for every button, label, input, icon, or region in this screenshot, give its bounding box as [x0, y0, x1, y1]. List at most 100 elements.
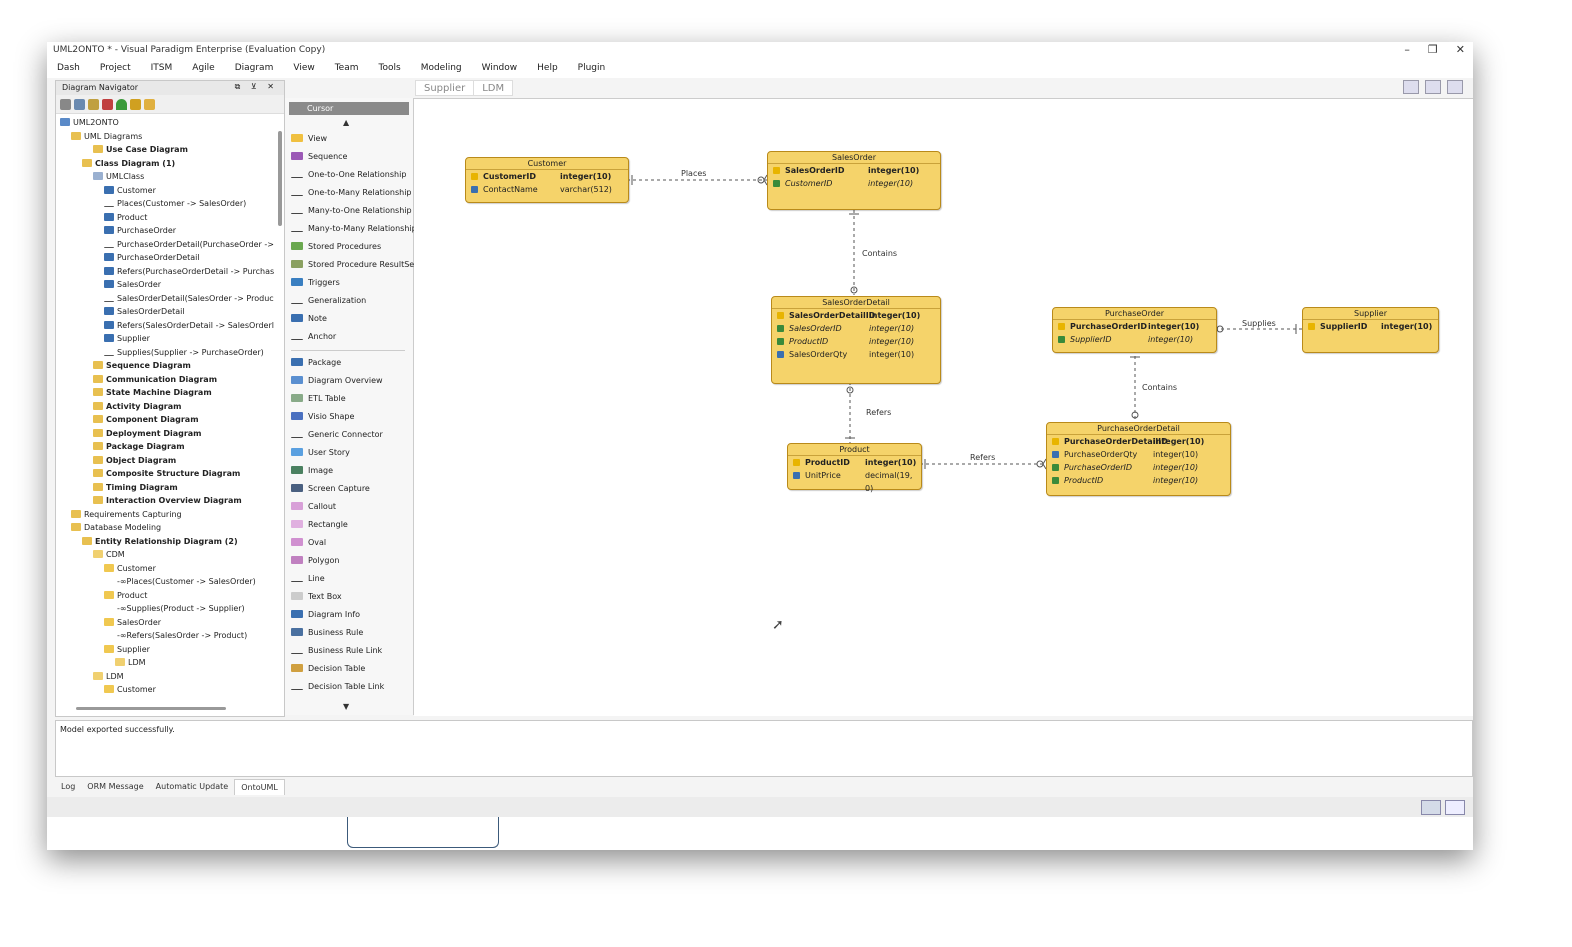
menu-team[interactable]: Team	[325, 60, 369, 78]
diagram-canvas[interactable]: Places Contains Refers Refers Supplies C…	[414, 98, 1473, 716]
entity-column[interactable]: SupplierID integer(10)	[1303, 320, 1438, 333]
tree-item[interactable]: Product	[104, 211, 147, 224]
menu-plugin[interactable]: Plugin	[568, 60, 616, 78]
palette-item[interactable]: Business Rule	[291, 626, 363, 640]
tree-item[interactable]: Places(Customer -> SalesOrder)	[104, 197, 246, 210]
entity-column[interactable]: ProductID integer(10)	[772, 335, 940, 348]
entity-column[interactable]: UnitPrice decimal(19, 0)	[788, 469, 921, 493]
palette-item[interactable]: Business Rule Link	[291, 644, 382, 658]
palette-item[interactable]: Note	[291, 312, 327, 326]
tree-item[interactable]: State Machine Diagram	[93, 386, 212, 399]
tree-item[interactable]: SalesOrderDetail(SalesOrder -> Produc	[104, 292, 274, 305]
entity-column[interactable]: SalesOrderID integer(10)	[768, 164, 940, 177]
folder-icon[interactable]	[144, 98, 155, 110]
palette-item[interactable]: Image	[291, 464, 333, 478]
menu-modeling[interactable]: Modeling	[411, 60, 472, 78]
palette-item[interactable]: Decision Table	[291, 662, 365, 676]
tree-item[interactable]: PurchaseOrder	[104, 224, 176, 237]
palette-item[interactable]: Stored Procedure ResultSet	[291, 258, 417, 272]
tree-item[interactable]: LDM	[93, 670, 124, 683]
entity-column[interactable]: SalesOrderQty integer(10)	[772, 348, 940, 361]
tree-item[interactable]: SalesOrder	[104, 616, 161, 629]
entity-column[interactable]: SalesOrderDetailID integer(10)	[772, 309, 940, 322]
palette-item[interactable]: Screen Capture	[291, 482, 370, 496]
palette-item[interactable]: Diagram Overview	[291, 374, 383, 388]
sort-icon[interactable]	[60, 98, 71, 110]
close-button[interactable]: ✕	[1456, 43, 1465, 56]
note-icon[interactable]	[1445, 800, 1465, 815]
entity-column[interactable]: ProductID integer(10)	[1047, 474, 1230, 487]
palette-item[interactable]: One-to-Many Relationship	[291, 186, 412, 200]
contains-label-2[interactable]: Contains	[1142, 383, 1177, 392]
entity-column[interactable]: PurchaseOrderID integer(10)	[1053, 320, 1216, 333]
mail-icon[interactable]	[1421, 800, 1441, 815]
tree-item[interactable]: LDM	[115, 656, 146, 669]
palette-item[interactable]: User Story	[291, 446, 350, 460]
tree-item[interactable]: Communication Diagram	[93, 373, 217, 386]
tree-item[interactable]: Refers(PurchaseOrderDetail -> Purchas	[104, 265, 274, 278]
tree-item[interactable]: Customer	[104, 562, 156, 575]
entity-customer[interactable]: Customer CustomerID integer(10) ContactName…	[465, 157, 629, 203]
entity-salesorderdetail[interactable]: SalesOrderDetail SalesOrderDetailID intege…	[771, 296, 941, 384]
tab-ontouml[interactable]: OntoUML	[234, 779, 285, 795]
palette-item[interactable]: ETL Table	[291, 392, 346, 406]
menu-itsm[interactable]: ITSM	[141, 60, 183, 78]
sort-az-icon[interactable]	[102, 98, 113, 110]
filter-icon[interactable]	[88, 98, 99, 110]
breadcrumb-item-supplier[interactable]: Supplier	[415, 80, 475, 96]
palette-item[interactable]: Many-to-One Relationship	[291, 204, 412, 218]
panel-icon[interactable]	[1447, 80, 1463, 94]
tree-item[interactable]: Timing Diagram	[93, 481, 178, 494]
tree-item[interactable]: Customer	[104, 683, 156, 696]
tree-item[interactable]: Customer	[104, 184, 156, 197]
places-label[interactable]: Places	[681, 169, 706, 178]
palette-item[interactable]: Stored Procedures	[291, 240, 381, 254]
tree-item[interactable]: -∞Supplies(Product -> Supplier)	[104, 602, 245, 615]
palette-item[interactable]: Callout	[291, 500, 336, 514]
palette-item[interactable]: Package	[291, 356, 341, 370]
tree-item[interactable]: UML Diagrams	[71, 130, 142, 143]
entity-column[interactable]: PurchaseOrderDetailID integer(10)	[1047, 435, 1230, 448]
tree-item[interactable]: UML2ONTO	[60, 116, 119, 129]
entity-column[interactable]: CustomerID integer(10)	[768, 177, 940, 190]
palette-item[interactable]: Visio Shape	[291, 410, 354, 424]
breadcrumb-item-ldm[interactable]: LDM	[473, 80, 514, 96]
tree-item[interactable]: Package Diagram	[93, 440, 185, 453]
menu-window[interactable]: Window	[472, 60, 528, 78]
entity-column[interactable]: CustomerID integer(10)	[466, 170, 628, 183]
menu-dash[interactable]: Dash	[47, 60, 90, 78]
menu-project[interactable]: Project	[90, 60, 141, 78]
refers-label-2[interactable]: Refers	[970, 453, 995, 462]
tree-item[interactable]: Interaction Overview Diagram	[93, 494, 242, 507]
palette-item[interactable]: Oval	[291, 536, 326, 550]
tree-item[interactable]: SalesOrder	[104, 278, 161, 291]
tree-item[interactable]: Requirements Capturing	[71, 508, 182, 521]
palette-item[interactable]: Sequence	[291, 150, 347, 164]
tree-item[interactable]: Supplier	[104, 332, 150, 345]
minimize-button[interactable]: –	[1404, 43, 1410, 56]
palette-item[interactable]: Text Box	[291, 590, 342, 604]
entity-column[interactable]: SalesOrderID integer(10)	[772, 322, 940, 335]
entity-column[interactable]: SupplierID integer(10)	[1053, 333, 1216, 346]
menu-help[interactable]: Help	[527, 60, 568, 78]
tree-item[interactable]: PurchaseOrderDetail(PurchaseOrder ->	[104, 238, 274, 251]
contains-label-1[interactable]: Contains	[862, 249, 897, 258]
tree-item[interactable]: PurchaseOrderDetail	[104, 251, 200, 264]
view-icon[interactable]	[74, 98, 85, 110]
tree-item[interactable]: Deployment Diagram	[93, 427, 202, 440]
tree-item[interactable]: Use Case Diagram	[93, 143, 188, 156]
tab-orm-message[interactable]: ORM Message	[81, 779, 149, 795]
tree-item[interactable]: Product	[104, 589, 147, 602]
layout-icon[interactable]	[1425, 80, 1441, 94]
tree-item[interactable]: Database Modeling	[71, 521, 161, 534]
tree-item[interactable]: Class Diagram (1)	[82, 157, 175, 170]
tree-item[interactable]: -∞Refers(SalesOrder -> Product)	[104, 629, 247, 642]
navigator-controls[interactable]: ⧉ ⊻ ✕	[235, 82, 278, 92]
palette-item[interactable]: Decision Table Link	[291, 680, 384, 694]
tree-item[interactable]: -∞Places(Customer -> SalesOrder)	[104, 575, 256, 588]
pin-icon[interactable]	[1403, 80, 1419, 94]
maximize-button[interactable]: ❐	[1428, 43, 1438, 56]
palette-item[interactable]: One-to-One Relationship	[291, 168, 406, 182]
palette-item[interactable]: Many-to-Many Relationship	[291, 222, 417, 236]
menu-view[interactable]: View	[283, 60, 324, 78]
